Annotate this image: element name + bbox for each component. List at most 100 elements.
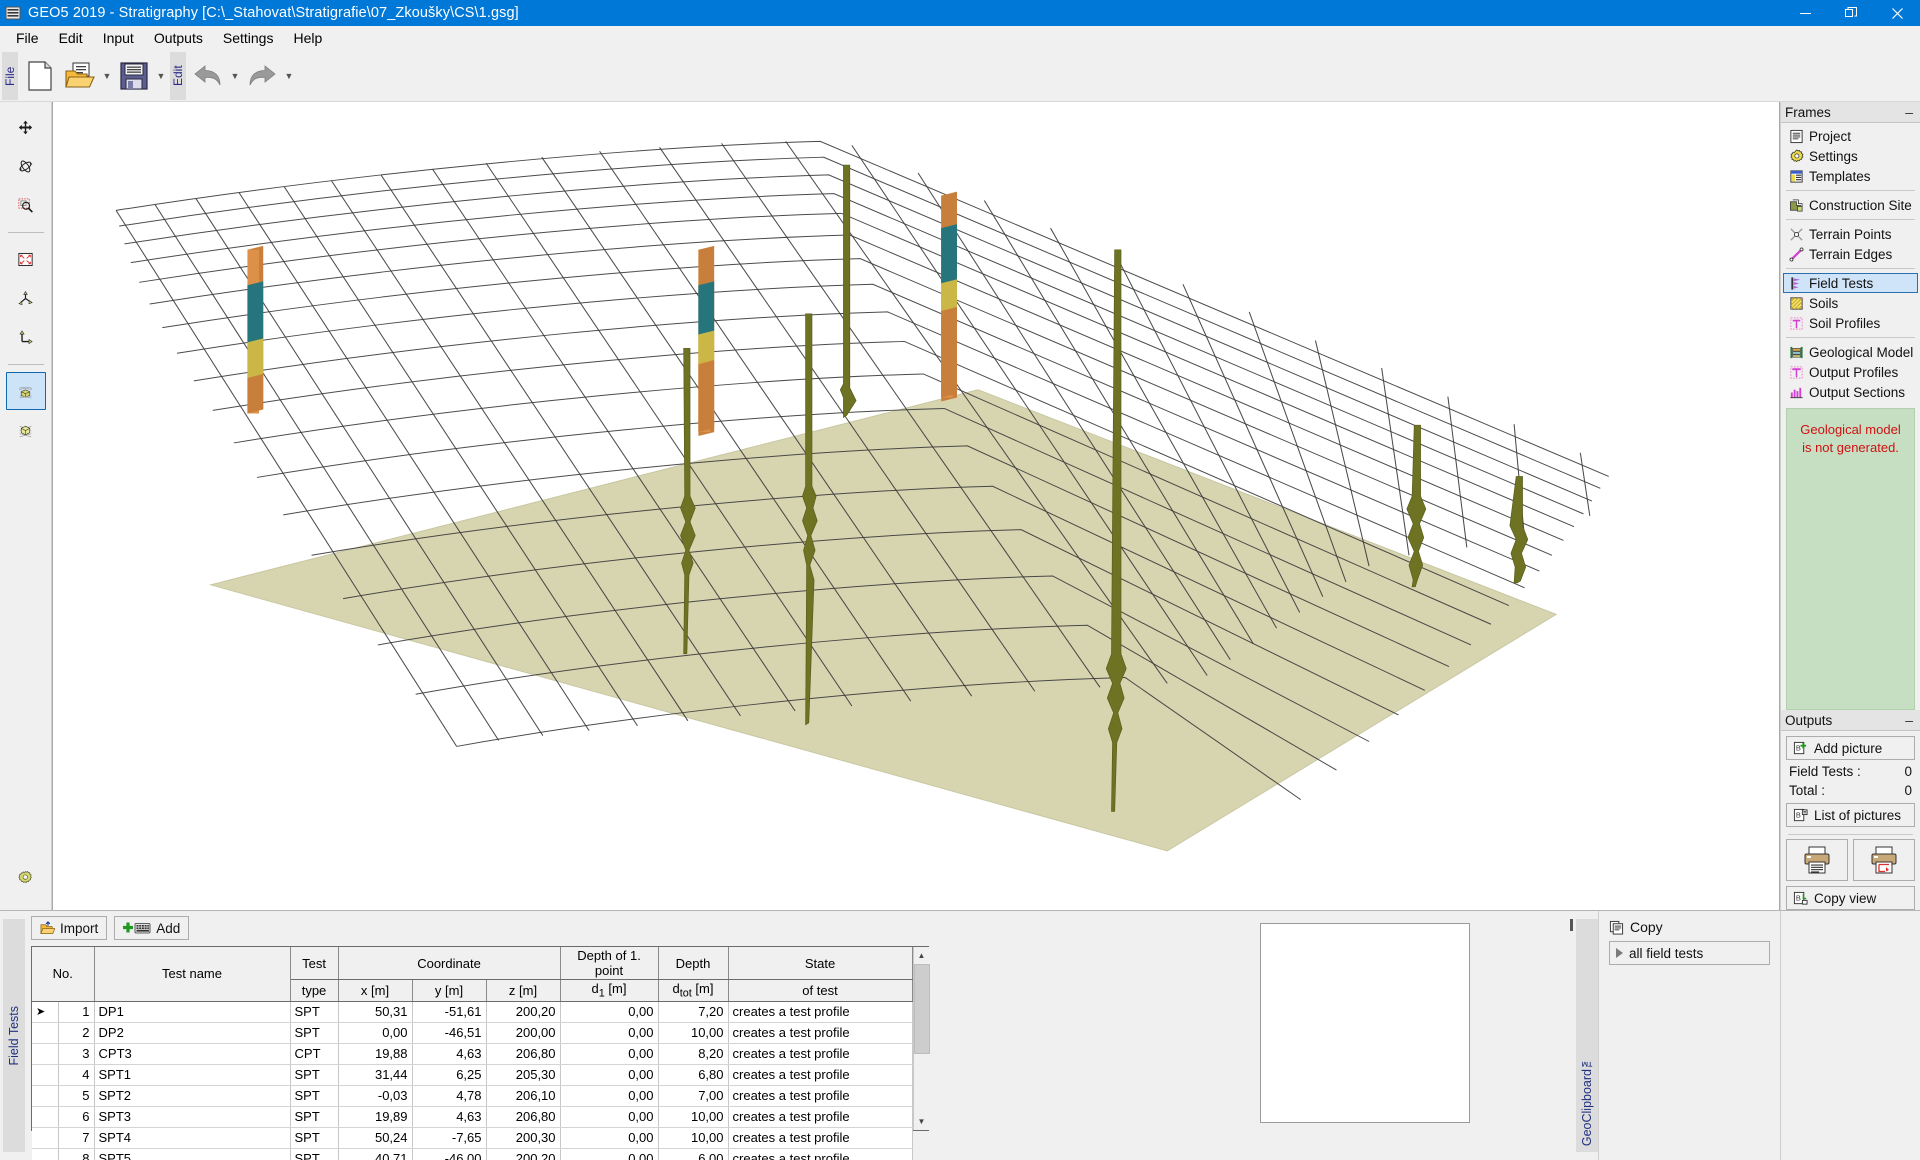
zoom-window-tool[interactable] [6, 186, 46, 224]
cell-test-type[interactable]: SPT [290, 1022, 339, 1044]
cell-test-type[interactable]: SPT [290, 1106, 339, 1128]
add-button[interactable]: Add [114, 916, 190, 940]
cell-test-name[interactable]: CPT3 [94, 1043, 291, 1065]
table-row[interactable]: 7 SPT4 SPT 50,24 -7,65 200,30 0,00 10,00 creates… [32, 1127, 913, 1149]
cell-state[interactable]: creates a test profile [728, 1085, 913, 1107]
col-header-no[interactable]: No. [32, 947, 95, 1002]
cell-z[interactable]: 206,80 [486, 1106, 561, 1128]
geoclipboard-vertical-tab[interactable]: GeoClipboard™ [1576, 919, 1598, 1152]
row-selector[interactable] [32, 1043, 59, 1065]
cell-test-name[interactable]: SPT1 [94, 1064, 291, 1086]
col-header-depth-first-point-sub[interactable]: d1 [m] [560, 979, 659, 1002]
cell-no[interactable]: 6 [58, 1106, 95, 1128]
menu-edit[interactable]: Edit [49, 27, 93, 49]
cell-test-type[interactable]: SPT [290, 1127, 339, 1149]
cell-state[interactable]: creates a test profile [728, 1043, 913, 1065]
menu-settings[interactable]: Settings [213, 27, 284, 49]
sidebar-item-terrain-edges[interactable]: Terrain Edges [1783, 244, 1918, 264]
row-selector[interactable] [32, 1064, 59, 1086]
cell-y[interactable]: 4,63 [412, 1106, 487, 1128]
save-file-button[interactable] [114, 54, 154, 98]
col-header-state-top[interactable]: State [728, 947, 913, 980]
col-header-coordinate[interactable]: Coordinate [338, 947, 561, 980]
surface-view-tool[interactable] [5, 372, 46, 410]
row-selector[interactable] [32, 1148, 59, 1160]
cell-depth-total[interactable]: 6,00 [658, 1148, 729, 1160]
cell-depth-first-point[interactable]: 0,00 [560, 1001, 659, 1023]
sidebar-item-output-sections[interactable]: Output Sections [1783, 382, 1918, 402]
cell-state[interactable]: creates a test profile [728, 1064, 913, 1086]
col-header-x[interactable]: x [m] [338, 979, 413, 1002]
cell-test-name[interactable]: SPT3 [94, 1106, 291, 1128]
cell-x[interactable]: 50,31 [338, 1001, 413, 1023]
scroll-thumb[interactable] [913, 964, 930, 1054]
cell-test-type[interactable]: SPT [290, 1064, 339, 1086]
cell-y[interactable]: -46,51 [412, 1022, 487, 1044]
undo-button[interactable] [188, 54, 228, 98]
cell-y[interactable]: 6,25 [412, 1064, 487, 1086]
table-row[interactable]: 4 SPT1 SPT 31,44 6,25 205,30 0,00 6,80 creates a… [32, 1064, 913, 1086]
sidebar-item-terrain-points[interactable]: Terrain Points [1783, 224, 1918, 244]
cell-no[interactable]: 2 [58, 1022, 95, 1044]
cell-depth-first-point[interactable]: 0,00 [560, 1148, 659, 1160]
cell-state[interactable]: creates a test profile [728, 1001, 913, 1023]
col-header-test-type-top[interactable]: Test [290, 947, 339, 980]
close-button[interactable] [1874, 0, 1920, 26]
pan-tool[interactable] [6, 108, 46, 146]
cell-no[interactable]: 8 [58, 1148, 95, 1160]
row-selector[interactable] [32, 1022, 59, 1044]
geoclipboard-splitter[interactable] [1566, 911, 1576, 1160]
new-file-button[interactable] [20, 54, 60, 98]
cell-state[interactable]: creates a test profile [728, 1106, 913, 1128]
sidebar-item-soil-profiles[interactable]: Soil Profiles [1783, 313, 1918, 333]
open-file-button[interactable] [60, 54, 100, 98]
cell-y[interactable]: -7,65 [412, 1127, 487, 1149]
row-selector[interactable] [32, 1106, 59, 1128]
plan-view-tool[interactable] [6, 318, 46, 356]
cell-no[interactable]: 5 [58, 1085, 95, 1107]
scroll-track[interactable] [913, 964, 930, 1113]
sidebar-item-settings[interactable]: Settings [1783, 146, 1918, 166]
menu-file[interactable]: File [6, 27, 49, 49]
field-tests-grid[interactable]: No. Test name Test Coordinate Depth of 1… [31, 946, 930, 1160]
cell-z[interactable]: 200,00 [486, 1022, 561, 1044]
cell-no[interactable]: 1 [58, 1001, 95, 1023]
cell-depth-first-point[interactable]: 0,00 [560, 1085, 659, 1107]
axonometric-view-tool[interactable] [6, 279, 46, 317]
cell-test-name[interactable]: SPT2 [94, 1085, 291, 1107]
cell-x[interactable]: -0,03 [338, 1085, 413, 1107]
sidebar-item-soils[interactable]: Soils [1783, 293, 1918, 313]
cell-test-name[interactable]: DP1 [94, 1001, 291, 1023]
copy-view-button[interactable]: B Copy view [1786, 886, 1915, 910]
sidebar-item-construction-site[interactable]: Construction Site [1783, 195, 1918, 215]
cell-y[interactable]: -51,61 [412, 1001, 487, 1023]
cell-test-type[interactable]: SPT [290, 1085, 339, 1107]
cell-x[interactable]: 31,44 [338, 1064, 413, 1086]
list-of-pictures-button[interactable]: B List of pictures [1786, 803, 1915, 827]
redo-button[interactable] [242, 54, 282, 98]
col-header-test-type-sub[interactable]: type [290, 979, 339, 1002]
cell-test-type[interactable]: CPT [290, 1043, 339, 1065]
col-header-state-sub[interactable]: of test [728, 979, 913, 1002]
maximize-restore-button[interactable] [1828, 0, 1874, 26]
row-selector[interactable]: ➤ [32, 1001, 59, 1023]
cell-test-name[interactable]: SPT5 [94, 1148, 291, 1160]
menu-help[interactable]: Help [283, 27, 332, 49]
solid-view-tool[interactable] [6, 411, 46, 449]
cell-depth-total[interactable]: 7,00 [658, 1085, 729, 1107]
redo-dropdown-arrow[interactable]: ▼ [282, 54, 296, 98]
cell-z[interactable]: 205,30 [486, 1064, 561, 1086]
add-picture-button[interactable]: B Add picture [1786, 736, 1915, 760]
rotate-tool[interactable] [6, 147, 46, 185]
table-vertical-scrollbar[interactable]: ▲ ▼ [912, 947, 930, 1130]
zoom-extents-tool[interactable] [6, 240, 46, 278]
cell-z[interactable]: 206,80 [486, 1043, 561, 1065]
cell-x[interactable]: 40,71 [338, 1148, 413, 1160]
cell-depth-total[interactable]: 10,00 [658, 1127, 729, 1149]
row-selector[interactable] [32, 1127, 59, 1149]
menu-outputs[interactable]: Outputs [144, 27, 213, 49]
cell-x[interactable]: 0,00 [338, 1022, 413, 1044]
menu-input[interactable]: Input [93, 27, 144, 49]
table-row[interactable]: 3 CPT3 CPT 19,88 4,63 206,80 0,00 8,20 creates a… [32, 1043, 913, 1065]
cell-y[interactable]: 4,78 [412, 1085, 487, 1107]
